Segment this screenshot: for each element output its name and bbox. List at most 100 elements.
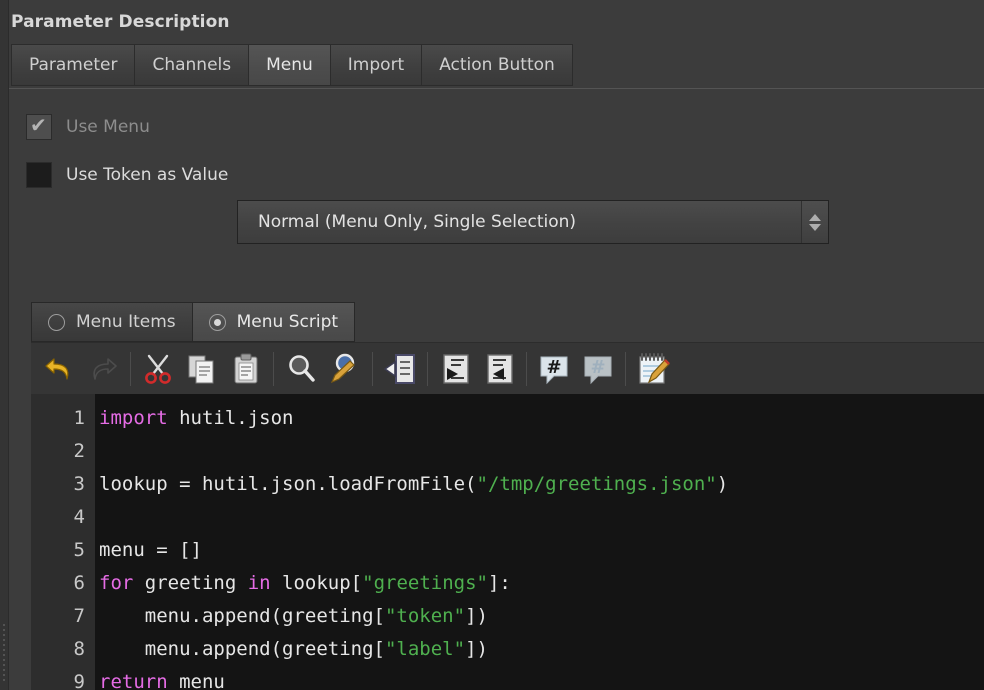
comment-hash-icon[interactable]: # [532, 347, 576, 391]
tab-import[interactable]: Import [329, 44, 422, 86]
editor-toolbar: # # [31, 342, 984, 394]
toolbar-separator [130, 351, 131, 386]
code-string: "token" [384, 605, 466, 627]
line-number: 9 [73, 671, 85, 690]
code-keyword: return [99, 671, 168, 690]
code-plain: ]: [487, 572, 511, 594]
use-menu-checkbox[interactable] [26, 112, 52, 140]
code-line[interactable] [99, 501, 984, 534]
code-editor[interactable]: 12345678910 import hutil.jsonlookup = hu… [31, 394, 984, 690]
radio-tab-label: Menu Items [76, 312, 176, 332]
radio-tab-menu-items[interactable]: Menu Items [31, 302, 192, 342]
code-string: "label" [384, 638, 466, 660]
radio-tab-menu-script[interactable]: Menu Script [191, 302, 356, 342]
code-plain: lookup[ [270, 572, 363, 594]
use-menu-label: Use Menu [66, 117, 150, 137]
use-token-as-value-label: Use Token as Value [66, 165, 229, 185]
left-splitter-rail[interactable] [0, 0, 9, 690]
code-plain: ]) [465, 638, 488, 660]
uncomment-hash-icon[interactable]: # [576, 347, 620, 391]
paste-clipboard-icon[interactable] [224, 347, 268, 391]
chevron-down-icon [809, 223, 821, 231]
copy-icon[interactable] [180, 347, 224, 391]
code-line[interactable]: menu.append(greeting["label"]) [99, 633, 984, 666]
menu-script-editor: # # 12345678910 import hutil.jsonlookup … [31, 342, 984, 690]
menu-type-spinner[interactable] [801, 201, 828, 243]
tab-parameter[interactable]: Parameter [11, 44, 135, 86]
code-line[interactable]: lookup = hutil.json.loadFromFile("/tmp/g… [99, 468, 984, 501]
line-number: 6 [73, 572, 85, 594]
line-number: 1 [73, 407, 85, 429]
use-token-as-value-row: Use Token as Value [9, 151, 984, 199]
toolbar-separator [526, 351, 527, 386]
line-number: 5 [73, 539, 85, 561]
menu-type-value: Normal (Menu Only, Single Selection) [258, 212, 577, 232]
use-menu-row: Use Menu [9, 103, 984, 151]
find-magnifier-icon[interactable] [279, 347, 323, 391]
code-line[interactable]: import hutil.json [99, 402, 984, 435]
menu-mode-tab-strip: Menu Items Menu Script [31, 302, 356, 342]
tab-menu[interactable]: Menu [248, 44, 330, 86]
use-token-as-value-checkbox[interactable] [26, 162, 52, 188]
undo-icon[interactable] [37, 347, 81, 391]
code-keyword: for [99, 572, 134, 594]
code-string: "/tmp/greetings.json" [476, 473, 717, 495]
toolbar-separator [273, 351, 274, 386]
window-content: Parameter Description Parameter Channels M… [9, 0, 984, 690]
parameter-description-window: Parameter Description Parameter Channels M… [0, 0, 984, 690]
title-bar: Parameter Description [9, 0, 984, 44]
tab-label: Channels [152, 55, 232, 75]
splitter-grip-icon [3, 624, 5, 684]
tab-label: Import [347, 55, 405, 75]
redo-icon [81, 347, 125, 391]
chevron-up-icon [809, 213, 821, 221]
code-plain: ) [716, 473, 729, 495]
line-number: 7 [73, 605, 85, 627]
code-plain: menu = [] [99, 539, 202, 561]
line-number-gutter: 12345678910 [31, 394, 95, 690]
toolbar-separator [625, 351, 626, 386]
menu-type-dropdown[interactable]: Normal (Menu Only, Single Selection) [237, 200, 829, 244]
code-plain: ]) [465, 605, 488, 627]
code-plain: hutil.json [167, 407, 294, 429]
code-keyword: import [99, 407, 168, 429]
toolbar-separator [427, 351, 428, 386]
line-number: 3 [73, 473, 85, 495]
line-number: 2 [73, 440, 85, 462]
radio-button-icon [48, 313, 65, 331]
indent-right-icon[interactable] [433, 347, 477, 391]
code-keyword: in [247, 572, 271, 594]
cut-scissors-icon[interactable] [136, 347, 180, 391]
jump-to-line-icon[interactable] [378, 347, 422, 391]
code-line[interactable]: for greeting in lookup["greetings"]: [99, 567, 984, 600]
toolbar-separator [372, 351, 373, 386]
unindent-left-icon[interactable] [477, 347, 521, 391]
line-number: 4 [73, 506, 85, 528]
code-line[interactable]: return menu [99, 666, 984, 690]
svg-text:#: # [590, 357, 605, 378]
code-text[interactable]: import hutil.json lookup = hutil.json.loa… [95, 394, 984, 690]
code-plain: menu.append(greeting[ [99, 605, 385, 627]
tab-label: Menu [266, 55, 313, 75]
code-plain: lookup = hutil.json.loadFromFile( [99, 473, 477, 495]
tab-channels[interactable]: Channels [134, 44, 249, 86]
code-line[interactable]: menu.append(greeting["token"]) [99, 600, 984, 633]
find-replace-icon[interactable] [323, 347, 367, 391]
radio-tab-label: Menu Script [236, 312, 339, 332]
radio-button-icon [208, 313, 226, 331]
page-title: Parameter Description [11, 12, 230, 32]
code-line[interactable]: menu = [] [99, 534, 984, 567]
tab-label: Action Button [439, 55, 555, 75]
line-number: 8 [73, 638, 85, 660]
code-string: "greetings" [362, 572, 488, 594]
code-plain: greeting [133, 572, 248, 594]
menu-tab-panel: Use Menu Normal (Menu Only, Single Selec… [9, 88, 984, 690]
code-plain: menu [167, 671, 225, 690]
tab-action-button[interactable]: Action Button [421, 44, 573, 86]
svg-text:#: # [546, 357, 561, 378]
top-tab-strip: Parameter Channels Menu Import Action Button [9, 44, 984, 88]
tab-label: Parameter [29, 55, 118, 75]
code-line[interactable] [99, 435, 984, 468]
external-editor-icon[interactable] [631, 347, 675, 391]
code-plain: menu.append(greeting[ [99, 638, 385, 660]
